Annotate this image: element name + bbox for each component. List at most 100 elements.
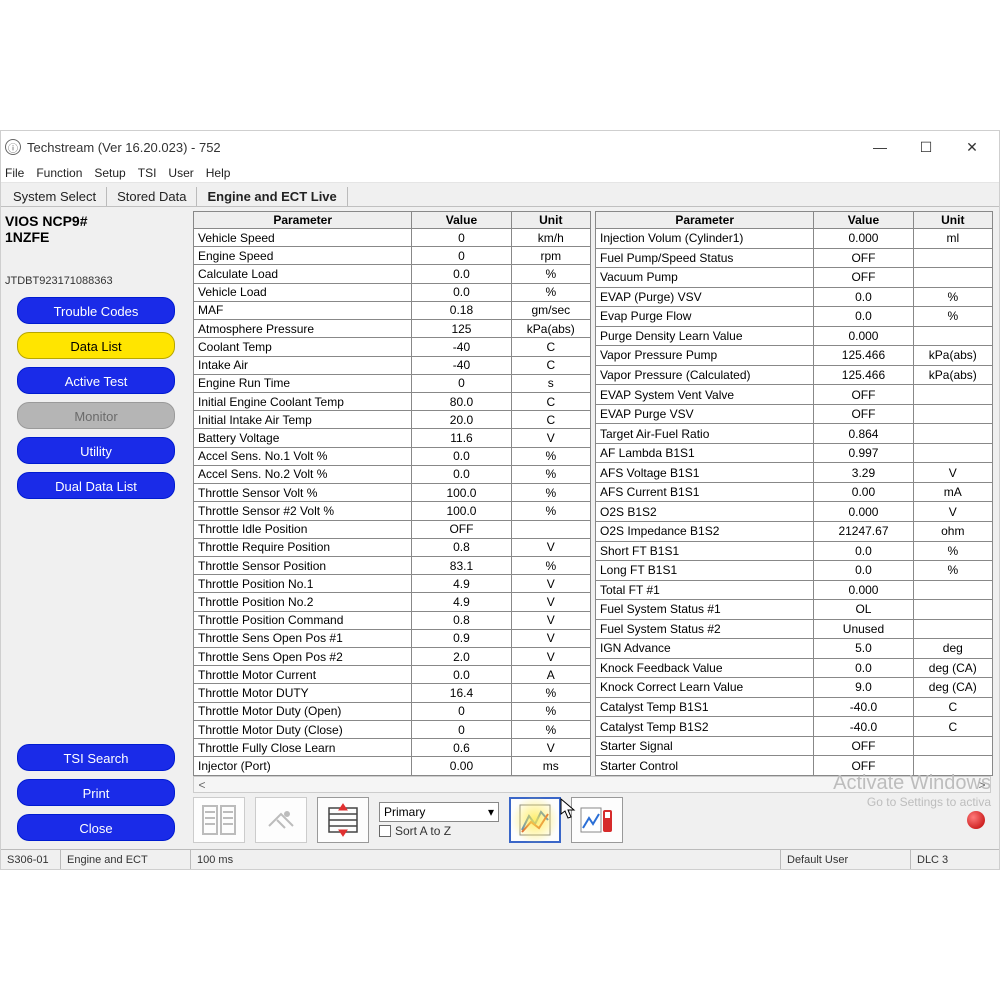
fuel-graph-button[interactable] bbox=[571, 797, 623, 843]
table-row[interactable]: O2S B1S20.000V bbox=[596, 502, 993, 522]
table-row[interactable]: Intake Air-40C bbox=[194, 356, 591, 374]
minimize-button[interactable]: — bbox=[857, 131, 903, 163]
close-button[interactable]: Close bbox=[17, 814, 175, 841]
table-row[interactable]: Engine Speed0rpm bbox=[194, 247, 591, 265]
dual-data-list-button[interactable]: Dual Data List bbox=[17, 472, 175, 499]
table-row[interactable]: Engine Run Time0s bbox=[194, 374, 591, 392]
table-row[interactable]: Initial Engine Coolant Temp80.0C bbox=[194, 392, 591, 410]
col-header-value[interactable]: Value bbox=[412, 212, 511, 229]
graph-button[interactable] bbox=[509, 797, 561, 843]
table-row[interactable]: Starter SignalOFF bbox=[596, 736, 993, 756]
table-row[interactable]: AFS Voltage B1S13.29V bbox=[596, 463, 993, 483]
table-row[interactable]: Total FT #10.000 bbox=[596, 580, 993, 600]
table-row[interactable]: Knock Feedback Value0.0deg (CA) bbox=[596, 658, 993, 678]
active-test-button[interactable]: Active Test bbox=[17, 367, 175, 394]
table-row[interactable]: Throttle Position Command0.8V bbox=[194, 611, 591, 629]
scroll-left-icon[interactable]: < bbox=[194, 778, 210, 792]
table-row[interactable]: Catalyst Temp B1S1-40.0C bbox=[596, 697, 993, 717]
col-header-parameter[interactable]: Parameter bbox=[194, 212, 412, 229]
table-row[interactable]: Throttle Motor Duty (Open)0% bbox=[194, 702, 591, 720]
table-row[interactable]: Throttle Motor Current0.0A bbox=[194, 666, 591, 684]
table-row[interactable]: Knock Correct Learn Value9.0deg (CA) bbox=[596, 678, 993, 698]
col-header-parameter[interactable]: Parameter bbox=[596, 212, 814, 229]
table-row[interactable]: Accel Sens. No.1 Volt %0.0% bbox=[194, 447, 591, 465]
table-row[interactable]: Throttle Fully Close Learn0.6V bbox=[194, 739, 591, 757]
col-header-unit[interactable]: Unit bbox=[913, 212, 992, 229]
tab-stored-data[interactable]: Stored Data bbox=[107, 187, 197, 206]
trouble-codes-button[interactable]: Trouble Codes bbox=[17, 297, 175, 324]
table-row[interactable]: Throttle Require Position0.8V bbox=[194, 538, 591, 556]
select-columns-button[interactable] bbox=[255, 797, 307, 843]
table-row[interactable]: Vacuum PumpOFF bbox=[596, 268, 993, 288]
tsi-search-button[interactable]: TSI Search bbox=[17, 744, 175, 771]
table-row[interactable]: AFS Current B1S10.00mA bbox=[596, 482, 993, 502]
table-row[interactable]: Initial Intake Air Temp20.0C bbox=[194, 411, 591, 429]
close-window-button[interactable]: ✕ bbox=[949, 131, 995, 163]
param-name: Intake Air bbox=[194, 356, 412, 374]
col-header-unit[interactable]: Unit bbox=[511, 212, 590, 229]
table-row[interactable]: O2S Impedance B1S221247.67ohm bbox=[596, 521, 993, 541]
table-row[interactable]: Throttle Idle PositionOFF bbox=[194, 520, 591, 538]
print-button[interactable]: Print bbox=[17, 779, 175, 806]
col-header-value[interactable]: Value bbox=[814, 212, 913, 229]
table-row[interactable]: Coolant Temp-40C bbox=[194, 338, 591, 356]
utility-button[interactable]: Utility bbox=[17, 437, 175, 464]
maximize-button[interactable]: ☐ bbox=[903, 131, 949, 163]
table-row[interactable]: Fuel System Status #2Unused bbox=[596, 619, 993, 639]
table-row[interactable]: Calculate Load0.0% bbox=[194, 265, 591, 283]
menu-help[interactable]: Help bbox=[206, 166, 231, 180]
table-row[interactable]: Throttle Sensor Position83.1% bbox=[194, 556, 591, 574]
table-row[interactable]: Injector (Port)0.00ms bbox=[194, 757, 591, 776]
table-row[interactable]: Starter ControlOFF bbox=[596, 756, 993, 776]
monitor-button[interactable]: Monitor bbox=[17, 402, 175, 429]
menu-function[interactable]: Function bbox=[36, 166, 82, 180]
expand-collapse-button[interactable] bbox=[317, 797, 369, 843]
param-unit: % bbox=[511, 702, 590, 720]
data-list-button[interactable]: Data List bbox=[17, 332, 175, 359]
table-row[interactable]: Purge Density Learn Value0.000 bbox=[596, 326, 993, 346]
table-row[interactable]: MAF0.18gm/sec bbox=[194, 301, 591, 319]
list-view-button[interactable] bbox=[193, 797, 245, 843]
table-row[interactable]: Fuel System Status #1OL bbox=[596, 600, 993, 620]
tab-engine-and-ect-live[interactable]: Engine and ECT Live bbox=[197, 187, 347, 206]
table-row[interactable]: Short FT B1S10.0% bbox=[596, 541, 993, 561]
grouping-dropdown[interactable]: Primary ▾ bbox=[379, 802, 499, 822]
table-row[interactable]: Vehicle Speed0km/h bbox=[194, 229, 591, 247]
table-row[interactable]: Target Air-Fuel Ratio0.864 bbox=[596, 424, 993, 444]
table-row[interactable]: Throttle Sensor Volt %100.0% bbox=[194, 484, 591, 502]
horizontal-scrollbar[interactable]: < > bbox=[193, 776, 991, 793]
table-row[interactable]: Vehicle Load0.0% bbox=[194, 283, 591, 301]
table-row[interactable]: Throttle Position No.14.9V bbox=[194, 575, 591, 593]
param-name: O2S B1S2 bbox=[596, 502, 814, 522]
scroll-right-icon[interactable]: > bbox=[974, 778, 990, 792]
table-row[interactable]: EVAP (Purge) VSV0.0% bbox=[596, 287, 993, 307]
table-row[interactable]: Throttle Sensor #2 Volt %100.0% bbox=[194, 502, 591, 520]
sort-checkbox[interactable] bbox=[379, 825, 391, 837]
table-row[interactable]: Throttle Position No.24.9V bbox=[194, 593, 591, 611]
table-row[interactable]: Accel Sens. No.2 Volt %0.0% bbox=[194, 465, 591, 483]
menu-setup[interactable]: Setup bbox=[94, 166, 125, 180]
table-row[interactable]: Atmosphere Pressure125kPa(abs) bbox=[194, 320, 591, 338]
table-row[interactable]: Battery Voltage11.6V bbox=[194, 429, 591, 447]
table-row[interactable]: Vapor Pressure (Calculated)125.466kPa(ab… bbox=[596, 365, 993, 385]
table-row[interactable]: Catalyst Temp B1S2-40.0C bbox=[596, 717, 993, 737]
menu-tsi[interactable]: TSI bbox=[138, 166, 157, 180]
tab-system-select[interactable]: System Select bbox=[3, 187, 107, 206]
param-unit: % bbox=[511, 283, 590, 301]
table-row[interactable]: Throttle Motor DUTY16.4% bbox=[194, 684, 591, 702]
param-name: Vehicle Speed bbox=[194, 229, 412, 247]
table-row[interactable]: EVAP Purge VSVOFF bbox=[596, 404, 993, 424]
table-row[interactable]: EVAP System Vent ValveOFF bbox=[596, 385, 993, 405]
table-row[interactable]: Fuel Pump/Speed StatusOFF bbox=[596, 248, 993, 268]
table-row[interactable]: Throttle Motor Duty (Close)0% bbox=[194, 720, 591, 738]
table-row[interactable]: IGN Advance5.0deg bbox=[596, 639, 993, 659]
table-row[interactable]: Evap Purge Flow0.0% bbox=[596, 307, 993, 327]
table-row[interactable]: Injection Volum (Cylinder1)0.000ml bbox=[596, 229, 993, 249]
table-row[interactable]: Vapor Pressure Pump125.466kPa(abs) bbox=[596, 346, 993, 366]
table-row[interactable]: Long FT B1S10.0% bbox=[596, 561, 993, 581]
menu-file[interactable]: File bbox=[5, 166, 24, 180]
table-row[interactable]: Throttle Sens Open Pos #22.0V bbox=[194, 648, 591, 666]
table-row[interactable]: Throttle Sens Open Pos #10.9V bbox=[194, 629, 591, 647]
menu-user[interactable]: User bbox=[168, 166, 193, 180]
table-row[interactable]: AF Lambda B1S10.997 bbox=[596, 443, 993, 463]
